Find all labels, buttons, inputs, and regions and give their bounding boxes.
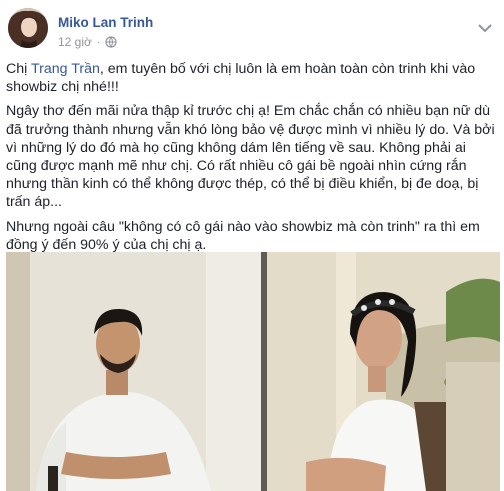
timestamp[interactable]: 12 giờ <box>58 35 92 49</box>
facebook-post: Miko Lan Trinh 12 giờ · Chị Trang Trần, … <box>0 0 504 491</box>
post-photo[interactable] <box>6 252 500 491</box>
globe-icon <box>105 36 117 48</box>
post-text: Chị Trang Trần, em tuyên bố với chị luôn… <box>6 60 500 260</box>
post-header: Miko Lan Trinh 12 giờ · <box>8 6 498 54</box>
paragraph-1-prefix: Chị <box>6 61 31 77</box>
chevron-down-icon[interactable] <box>478 20 492 33</box>
post-paragraph-3: Nhưng ngoài câu "không có cô gái nào vào… <box>6 218 480 253</box>
post-paragraph-2: Ngây thơ đến mãi nửa thập kỉ trước chị ạ… <box>6 103 495 211</box>
avatar[interactable] <box>8 8 48 48</box>
mention-link[interactable]: Trang Trần <box>31 61 100 77</box>
author-name[interactable]: Miko Lan Trinh <box>58 15 153 30</box>
meta-separator: · <box>96 36 101 48</box>
post-meta: 12 giờ · <box>58 35 117 49</box>
post-paragraph-1: Chị Trang Trần, em tuyên bố với chị luôn… <box>6 60 500 96</box>
